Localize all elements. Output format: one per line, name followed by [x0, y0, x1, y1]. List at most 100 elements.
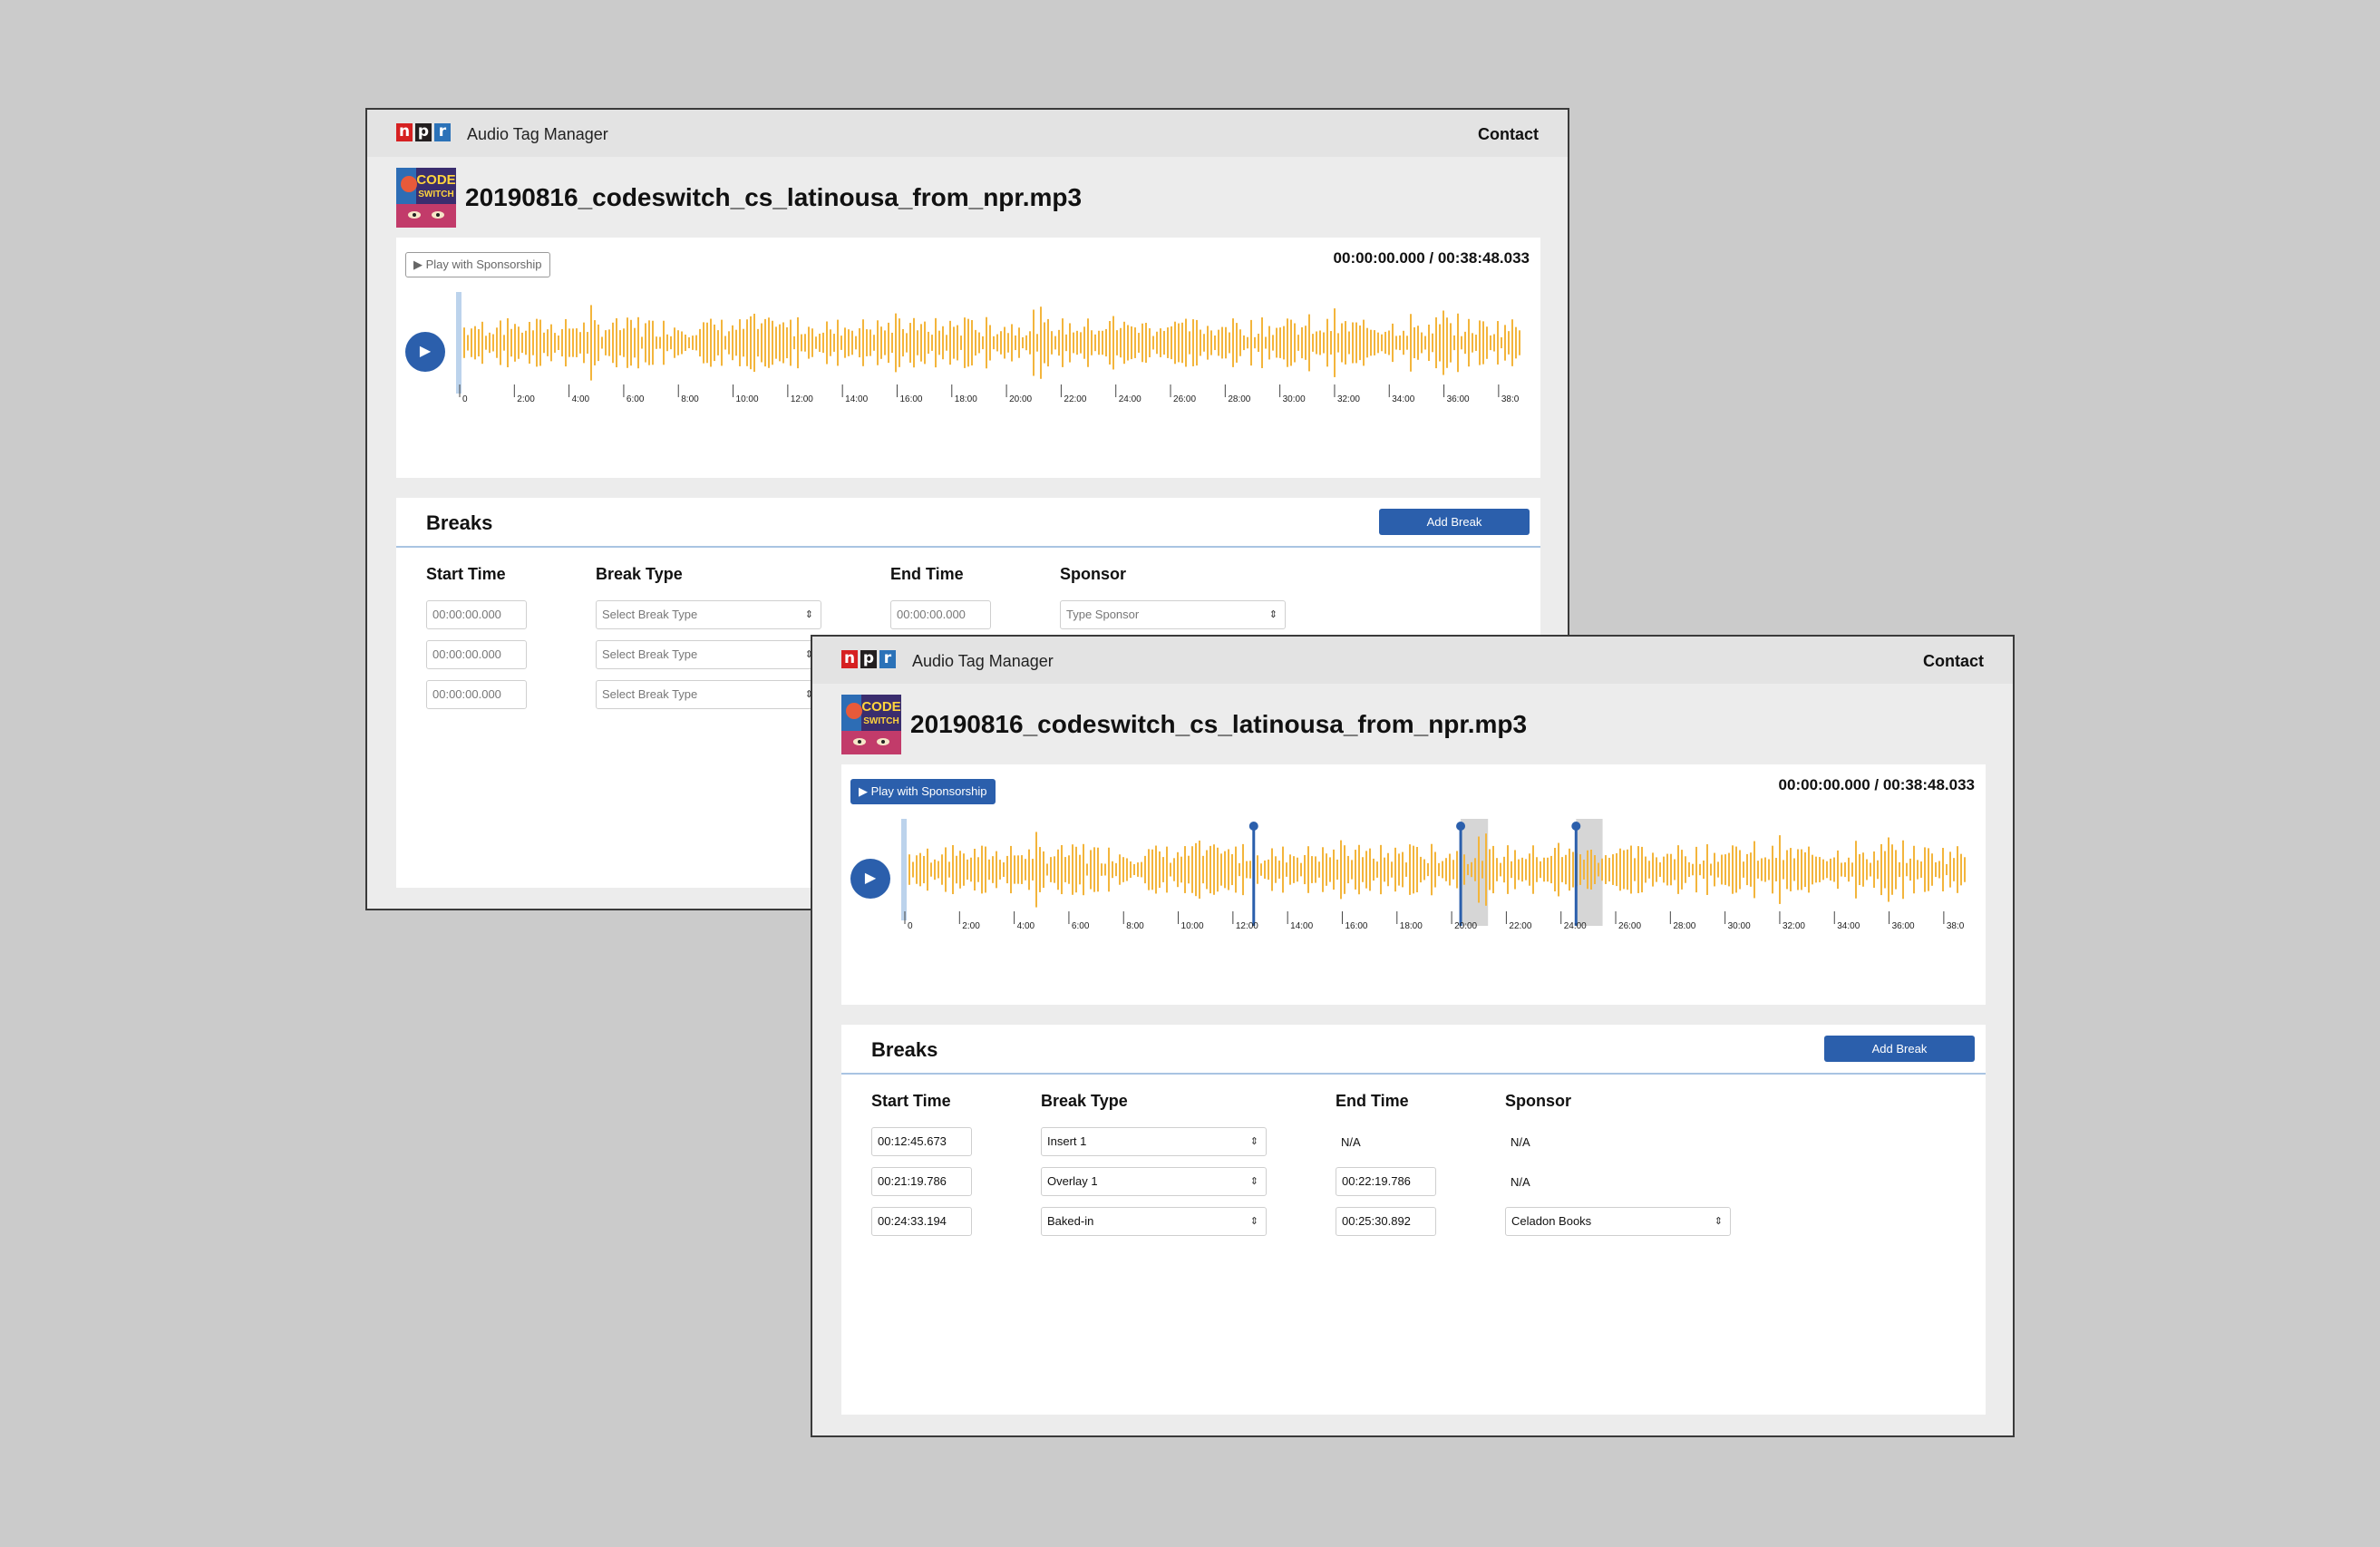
- waveform-bar: [518, 326, 520, 359]
- waveform-bar: [1076, 330, 1078, 355]
- break-type-select[interactable]: Select Break Type ⇕: [596, 600, 821, 629]
- sponsor-select[interactable]: Celadon Books ⇕: [1505, 1207, 1731, 1236]
- waveform-bar: [1112, 861, 1113, 879]
- play-icon[interactable]: ▶: [850, 859, 890, 899]
- break-type-select[interactable]: Insert 1 ⇕: [1041, 1127, 1267, 1156]
- play-with-sponsorship-button[interactable]: ▶ Play with Sponsorship: [850, 779, 996, 804]
- waveform-bar: [1170, 862, 1171, 877]
- break-type-select[interactable]: Select Break Type ⇕: [596, 640, 821, 669]
- start-time-input[interactable]: 00:21:19.786: [871, 1167, 972, 1196]
- waveform[interactable]: 0 2:00 4:00 6:00 8:00 10:00 12:00 14:00 16:00 18:…: [451, 292, 1530, 410]
- waveform-bar: [1149, 328, 1151, 357]
- waveform-bar: [891, 332, 893, 354]
- waveform-bar: [641, 336, 643, 349]
- waveform-bar: [594, 320, 596, 365]
- waveform-bar: [692, 336, 694, 350]
- add-break-button[interactable]: Add Break: [1379, 509, 1530, 535]
- npr-logo[interactable]: n p r: [396, 123, 451, 141]
- timeline-label: 28:00: [1228, 394, 1250, 404]
- start-time-input[interactable]: 00:12:45.673: [871, 1127, 972, 1156]
- end-time-input[interactable]: 00:25:30.892: [1336, 1207, 1436, 1236]
- npr-logo[interactable]: n p r: [841, 650, 896, 668]
- waveform-bar: [1435, 316, 1437, 369]
- play-icon[interactable]: ▶: [405, 332, 445, 372]
- waveform-bar: [996, 851, 997, 889]
- sponsor-select[interactable]: Type Sponsor ⇕: [1060, 600, 1286, 629]
- waveform-bar: [1294, 323, 1296, 363]
- waveform-bar: [1177, 851, 1179, 888]
- timeline-label: 10:00: [1181, 921, 1204, 931]
- waveform-bar: [1275, 856, 1277, 883]
- start-time-input[interactable]: 00:00:00.000: [426, 680, 527, 709]
- add-break-button[interactable]: Add Break: [1824, 1036, 1975, 1062]
- waveform-bar: [1485, 833, 1487, 906]
- end-time-input[interactable]: 00:22:19.786: [1336, 1167, 1436, 1196]
- timeline-label: 16:00: [1345, 921, 1367, 931]
- waveform-bar: [1195, 842, 1197, 897]
- waveform-bar: [724, 336, 726, 350]
- contact-link[interactable]: Contact: [1478, 125, 1539, 144]
- waveform-bar: [1050, 857, 1052, 882]
- waveform-bar: [942, 326, 944, 360]
- waveform-bar: [1087, 318, 1089, 367]
- timeline-label: 26:00: [1618, 921, 1641, 931]
- waveform-bar: [1006, 855, 1008, 884]
- waveform-bar: [945, 847, 947, 892]
- waveform-bar: [1500, 862, 1501, 877]
- break-type-select[interactable]: Select Break Type ⇕: [596, 680, 821, 709]
- waveform-bar: [597, 324, 599, 362]
- waveform-bar: [1507, 845, 1509, 894]
- waveform-bar: [1432, 333, 1433, 353]
- waveform-bar: [1508, 331, 1510, 355]
- waveform-bar: [927, 848, 928, 891]
- waveform-bar: [1913, 845, 1915, 894]
- waveform-bar: [1091, 330, 1093, 355]
- waveform-bar: [1017, 855, 1019, 884]
- end-time-input[interactable]: 00:00:00.000: [890, 600, 991, 629]
- start-time-input[interactable]: 00:24:33.194: [871, 1207, 972, 1236]
- waveform-bar: [956, 855, 957, 884]
- waveform-bar: [1171, 326, 1172, 360]
- waveform-bar: [1062, 318, 1064, 367]
- waveform-bar: [471, 328, 472, 357]
- waveform-bar: [1481, 861, 1483, 879]
- select-arrows-icon: ⇕: [804, 609, 813, 620]
- contact-link[interactable]: Contact: [1923, 652, 1984, 671]
- timeline-label: 30:00: [1283, 394, 1306, 404]
- waveform-bar: [837, 319, 839, 366]
- waveform-bar: [1112, 316, 1114, 370]
- break-type-select[interactable]: Baked-in ⇕: [1041, 1207, 1267, 1236]
- waveform-bar: [1145, 322, 1147, 364]
- start-time-input[interactable]: 00:00:00.000: [426, 600, 527, 629]
- waveform-bar: [1283, 326, 1285, 360]
- select-arrows-icon: ⇕: [1249, 1216, 1258, 1227]
- waveform-bar: [576, 328, 578, 357]
- start-time-input[interactable]: 00:00:00.000: [426, 640, 527, 669]
- waveform-bar: [1739, 850, 1741, 890]
- waveform-bar: [1054, 336, 1056, 350]
- waveform-bar: [1079, 854, 1081, 885]
- waveform-bar: [1018, 327, 1020, 358]
- waveform-bar: [492, 334, 494, 352]
- waveform-bar: [978, 332, 980, 354]
- waveform-bar: [1427, 862, 1429, 877]
- break-type-select[interactable]: Overlay 1 ⇕: [1041, 1167, 1267, 1196]
- waveform-bar: [906, 333, 908, 353]
- waveform-bar: [1536, 857, 1538, 882]
- timeline-label: 16:00: [899, 394, 922, 404]
- waveform-bar: [1877, 860, 1879, 880]
- waveform[interactable]: 0 2:00 4:00 6:00 8:00 10:00 12:00 14:00 16:00 18:…: [896, 819, 1975, 937]
- waveform-bar: [1141, 323, 1143, 363]
- breaks-divider: [396, 546, 1540, 548]
- waveform-bar: [1490, 335, 1491, 351]
- waveform-bar: [1323, 332, 1325, 354]
- waveform-bar: [1380, 844, 1382, 895]
- waveform-bar: [1569, 848, 1570, 891]
- play-with-sponsorship-button[interactable]: ▶ Play with Sponsorship: [405, 252, 550, 277]
- waveform-bar: [1735, 846, 1737, 893]
- waveform-bar: [1859, 853, 1860, 886]
- waveform-bar: [1717, 861, 1719, 878]
- waveform-bar: [1855, 841, 1857, 899]
- waveform-bar: [637, 316, 639, 369]
- waveform-bar: [1340, 840, 1342, 900]
